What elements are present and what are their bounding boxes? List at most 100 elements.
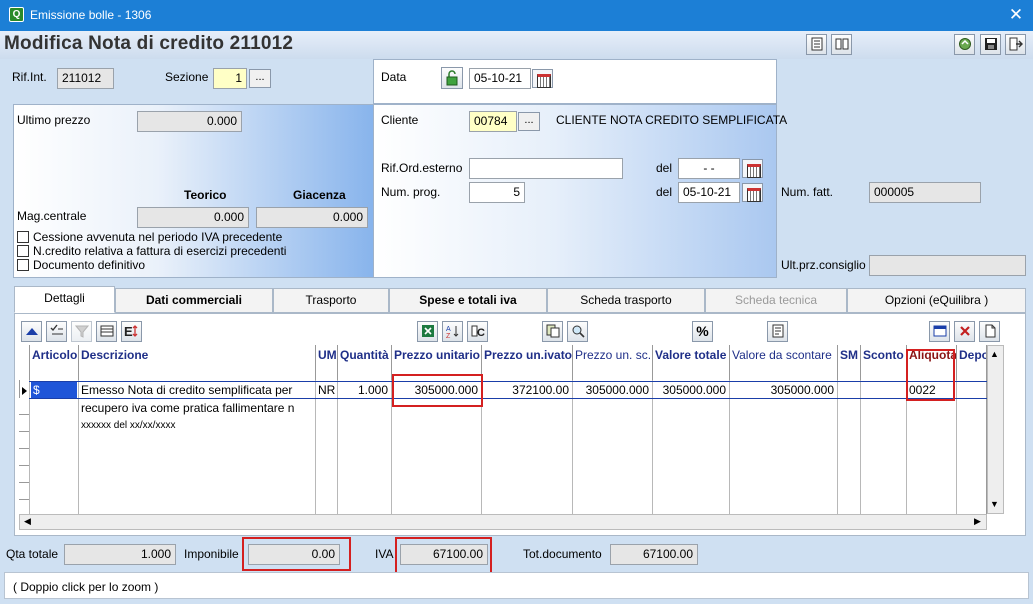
horizontal-scrollbar[interactable]: ◀ ▶ [19, 514, 987, 530]
excel-icon [421, 325, 434, 337]
tab-opzioni-equilibra[interactable]: Opzioni (eQuilibra ) [847, 288, 1026, 313]
data-field[interactable]: 05-10-21 [469, 68, 531, 89]
notes-button[interactable] [767, 321, 788, 342]
col-valore-da-scontare-body [729, 380, 837, 514]
status-bar: ( Doppio click per lo zoom ) [4, 572, 1029, 599]
tot-documento-label: Tot.documento [523, 547, 602, 561]
highlight-iva [395, 537, 492, 576]
tot-documento-field: 67100.00 [610, 544, 698, 565]
rif-ord-label: Rif.Ord.esterno [381, 161, 463, 175]
cell-descrizione-line1[interactable]: Emesso Nota di credito semplificata per [78, 382, 315, 399]
tab-trasporto[interactable]: Trasporto [273, 288, 389, 313]
cell-valore-da-scontare[interactable]: 305000.000 [729, 382, 837, 399]
columns-config-icon: C [471, 325, 485, 339]
checkbox-definitivo[interactable] [17, 259, 29, 271]
close-window-button[interactable]: ✕ [1004, 4, 1028, 26]
giacenza-field: 0.000 [256, 207, 368, 228]
col-descrizione[interactable]: Descrizione [78, 345, 315, 380]
rif-ord-calendar-button[interactable] [742, 159, 763, 178]
cell-prezzo-ivato[interactable]: 372100.00 [481, 382, 572, 399]
data-calendar-button[interactable] [532, 69, 553, 88]
sezione-lookup-button[interactable]: ... [249, 69, 271, 88]
sezione-field[interactable]: 1 [213, 68, 247, 89]
tab-dati-commerciali[interactable]: Dati commerciali [115, 288, 273, 313]
vertical-scrollbar[interactable]: ▲ ▼ [987, 345, 1004, 514]
percent-button[interactable]: % [692, 321, 713, 342]
new-row-button[interactable] [979, 321, 1000, 342]
col-valore-da-scontare[interactable]: Valore da scontare [729, 345, 837, 380]
scroll-up-icon[interactable]: ▲ [990, 349, 999, 359]
mag-centrale-label: Mag.centrale [17, 209, 87, 223]
cell-sconto[interactable] [860, 382, 906, 399]
columns-view-button[interactable] [831, 34, 852, 55]
checkbox-ncredito[interactable] [17, 245, 29, 257]
qta-totale-field: 1.000 [64, 544, 176, 565]
checkbox-cessione[interactable] [17, 231, 29, 243]
cliente-lookup-button[interactable]: ... [518, 112, 540, 131]
save-button[interactable] [980, 34, 1001, 55]
copy-rows-button[interactable] [542, 321, 563, 342]
ult-prz-label: Ult.prz.consiglio [781, 258, 866, 272]
col-prezzo-sc-body [572, 380, 652, 514]
col-depo[interactable]: Depo [956, 345, 987, 380]
edit-checklist-button[interactable] [46, 321, 67, 342]
col-sconto[interactable]: Sconto [860, 345, 906, 380]
move-up-button[interactable] [21, 321, 42, 342]
floppy-disk-icon [984, 38, 997, 50]
cell-valore-totale[interactable]: 305000.000 [652, 382, 729, 399]
tab-dettagli[interactable]: Dettagli [14, 286, 115, 313]
tab-scheda-trasporto[interactable]: Scheda trasporto [547, 288, 705, 313]
cell-quantita[interactable]: 1.000 [337, 382, 391, 399]
col-sm[interactable]: SM [837, 345, 860, 380]
tab-scheda-tecnica: Scheda tecnica [705, 288, 847, 313]
new-document-icon [985, 324, 995, 338]
document-icon-button[interactable] [806, 34, 827, 55]
delete-row-button[interactable] [954, 321, 975, 342]
sort-az-icon: AZ [446, 326, 458, 340]
col-articolo[interactable]: Articolo [29, 345, 78, 380]
scroll-left-icon[interactable]: ◀ [24, 516, 31, 527]
row-pointer-icon [22, 387, 27, 395]
cell-articolo[interactable]: $ [31, 382, 77, 398]
exit-button[interactable] [1005, 34, 1026, 55]
document-icon [811, 37, 822, 51]
rows-button[interactable] [96, 321, 117, 342]
sort-button[interactable]: AZ [442, 321, 463, 342]
rif-ord-field[interactable] [469, 158, 623, 179]
cell-prezzo-sc[interactable]: 305000.000 [572, 382, 652, 399]
lock-toggle-button[interactable] [441, 67, 463, 89]
cell-um[interactable]: NR [315, 382, 337, 399]
col-prezzo-sc[interactable]: Prezzo un. sc. [572, 345, 652, 380]
window-view-button[interactable] [929, 321, 950, 342]
teorico-field: 0.000 [137, 207, 249, 228]
imponibile-label: Imponibile [184, 547, 239, 561]
recycle-button[interactable] [954, 34, 975, 55]
cliente-code-field[interactable]: 00784 [469, 111, 517, 132]
col-valore-totale[interactable]: Valore totale [652, 345, 729, 380]
highlight-imponibile [242, 537, 351, 571]
cell-descrizione-line3: xxxxxx del xx/xx/xxxx [81, 420, 176, 431]
svg-text:C: C [477, 327, 485, 338]
filter-button[interactable] [71, 321, 92, 342]
search-items-button[interactable] [567, 321, 588, 342]
col-sconto-body [860, 380, 906, 514]
row-selector-lines [19, 398, 29, 514]
cell-sm[interactable] [837, 382, 860, 399]
scroll-right-icon[interactable]: ▶ [974, 516, 981, 527]
num-prog-field[interactable]: 5 [469, 182, 525, 203]
col-prezzo-ivato[interactable]: Prezzo un.ivato [481, 345, 572, 380]
tab-spese-totali-iva[interactable]: Spese e totali iva [389, 288, 547, 313]
num-prog-calendar-button[interactable] [742, 183, 763, 202]
excel-export-button[interactable] [417, 321, 438, 342]
col-um[interactable]: UM [315, 345, 337, 380]
columns-config-button[interactable]: C [467, 321, 488, 342]
num-fatt-label: Num. fatt. [781, 185, 834, 199]
copy-icon [546, 324, 559, 338]
rif-ord-date-field[interactable]: - - [678, 158, 740, 179]
num-prog-date-field[interactable]: 05-10-21 [678, 182, 740, 203]
scroll-down-icon[interactable]: ▼ [990, 499, 999, 509]
expand-rows-button[interactable]: E [121, 321, 142, 342]
col-quantita[interactable]: Quantità [337, 345, 391, 380]
col-valore-totale-body [652, 380, 729, 514]
status-text: ( Doppio click per lo zoom ) [13, 580, 159, 594]
